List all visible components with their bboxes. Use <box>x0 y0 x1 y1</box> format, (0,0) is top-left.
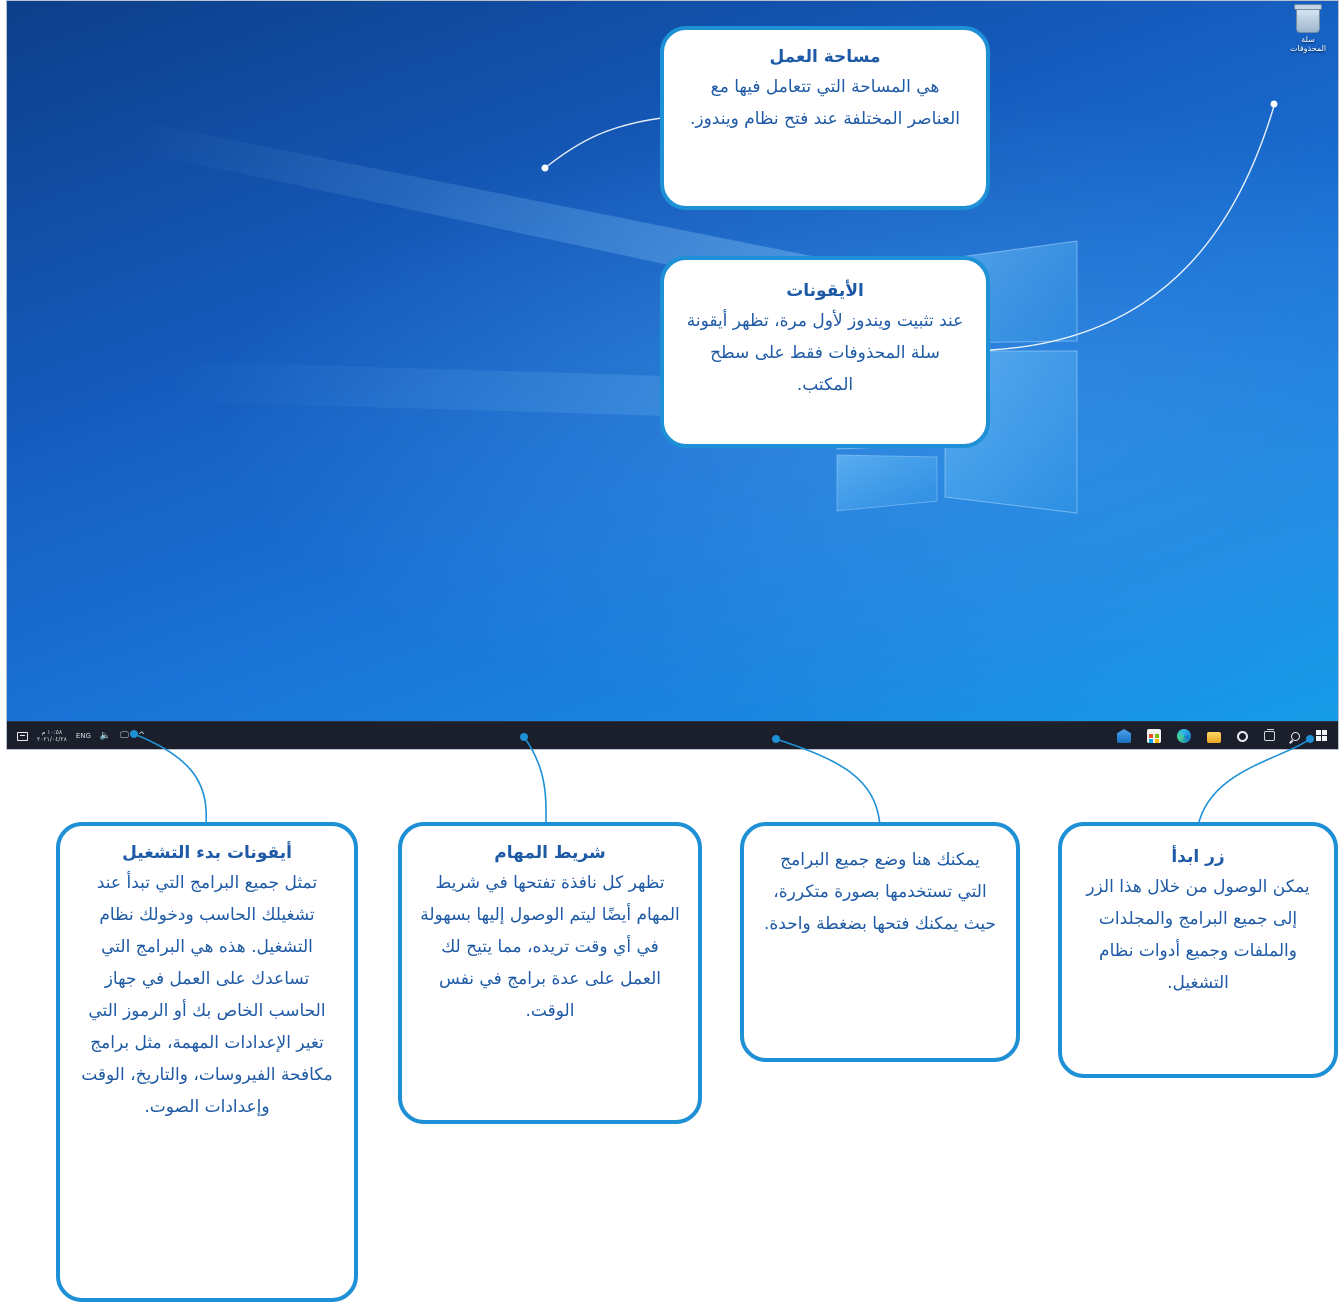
callout-pinned-apps: يمكنك هنا وضع جميع البرامج التي تستخدمها… <box>740 822 1020 1062</box>
callout-workspace-text: هي المساحة التي تتعامل فيها مع العناصر ا… <box>689 77 961 129</box>
callout-icons: الأيقونات عند تثبيت ويندوز لأول مرة، تظه… <box>660 256 990 448</box>
callout-startup-icons: أيقونات بدء التشغيل تمثل جميع البرامج ال… <box>56 822 358 1302</box>
edge-icon[interactable] <box>1177 729 1191 743</box>
clock[interactable]: ١٠:٥٨ م ٢٠٢١/٠٤/٢٨ <box>37 729 67 743</box>
volume-icon[interactable]: 🔈 <box>100 731 111 741</box>
mail-icon[interactable] <box>1117 729 1131 743</box>
language-indicator[interactable]: ENG <box>76 732 91 740</box>
clock-date: ٢٠٢١/٠٤/٢٨ <box>37 736 67 743</box>
callout-startup-icons-text: تمثل جميع البرامج التي تبدأ عند تشغيلك ا… <box>81 873 333 1117</box>
callout-icons-text: عند تثبيت ويندوز لأول مرة، تظهر أيقونة س… <box>686 311 964 395</box>
network-icon[interactable]: 🖵 <box>120 731 129 741</box>
callout-start-button: زر ابدأ يمكن الوصول من خلال هذا الزر إلى… <box>1058 822 1338 1078</box>
callout-taskbar: شريط المهام تظهر كل نافذة تفتحها في شريط… <box>398 822 702 1124</box>
callout-workspace-title: مساحة العمل <box>769 47 881 67</box>
search-icon[interactable] <box>1291 731 1300 741</box>
taskbar: ١٠:٥٨ م ٢٠٢١/٠٤/٢٨ ENG 🔈 🖵 ^ <box>7 721 1338 749</box>
cortana-icon[interactable] <box>1237 730 1248 742</box>
callout-startup-icons-title: أيقونات بدء التشغيل <box>122 843 292 863</box>
callout-pinned-apps-text: يمكنك هنا وضع جميع البرامج التي تستخدمها… <box>763 850 996 934</box>
file-explorer-icon[interactable] <box>1207 731 1221 743</box>
system-tray: ١٠:٥٨ م ٢٠٢١/٠٤/٢٨ ENG 🔈 🖵 ^ <box>17 722 146 749</box>
callout-taskbar-title: شريط المهام <box>494 843 606 863</box>
callout-workspace: مساحة العمل هي المساحة التي تتعامل فيها … <box>660 26 990 210</box>
clock-time: ١٠:٥٨ م <box>41 729 63 736</box>
callout-taskbar-text: تظهر كل نافذة تفتحها في شريط المهام أيضً… <box>420 873 680 1021</box>
callout-start-button-text: يمكن الوصول من خلال هذا الزر إلى جميع ال… <box>1086 877 1310 993</box>
start-button[interactable] <box>1316 730 1328 742</box>
store-icon[interactable] <box>1147 729 1161 743</box>
recycle-bin-label: سلة المحذوفات <box>1289 35 1327 53</box>
recycle-bin-icon <box>1294 4 1322 33</box>
recycle-bin[interactable]: سلة المحذوفات <box>1286 4 1330 53</box>
pinned-apps <box>1117 722 1328 749</box>
action-center-icon[interactable] <box>17 731 28 741</box>
callout-start-button-title: زر ابدأ <box>1171 847 1225 867</box>
task-view-icon[interactable] <box>1264 729 1275 741</box>
show-hidden-icons-icon[interactable]: ^ <box>138 731 146 741</box>
callout-icons-title: الأيقونات <box>786 281 864 301</box>
